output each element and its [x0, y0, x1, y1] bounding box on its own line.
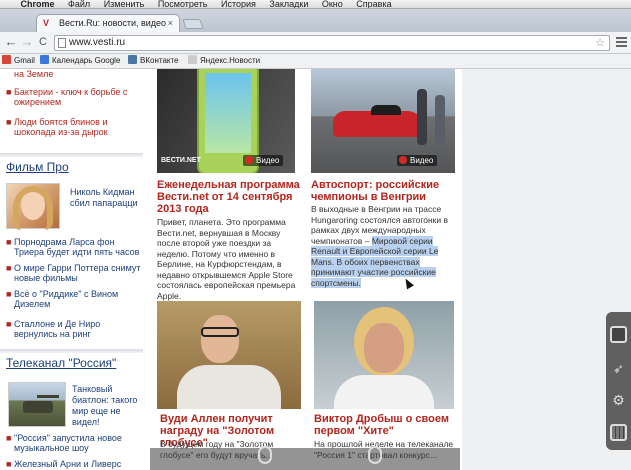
close-tab-icon[interactable]: × — [168, 15, 173, 31]
vesti-favicon-icon: V — [43, 18, 50, 28]
article-1-body: Привет, планета. Это программа Вести.net… — [157, 217, 296, 301]
menu-bar: Chrome Файл Изменить Посмотреть История … — [0, 0, 631, 9]
bookmark-vk[interactable]: ВКонтакте — [128, 54, 179, 68]
menu-view[interactable]: Посмотреть — [158, 0, 208, 8]
gmail-icon — [2, 55, 11, 64]
vk-icon — [128, 55, 137, 64]
overlay-panel — [150, 448, 310, 470]
bookmark-calendar[interactable]: Календарь Google — [40, 54, 120, 68]
article-2-body: В выходные в Венгрии на трассе Hungarori… — [311, 204, 461, 288]
keyboard-icon[interactable] — [610, 424, 627, 441]
tank-thumbnail[interactable] — [8, 382, 66, 427]
link-earth[interactable]: на Земле — [6, 69, 53, 79]
bookmark-star-icon[interactable]: ☆ — [595, 36, 605, 50]
url-text: www.vesti.ru — [69, 37, 126, 48]
woody-allen-photo[interactable] — [157, 301, 301, 409]
tab-title: Вести.Ru: новости, видео — [59, 18, 167, 28]
rocket-icon[interactable]: ➶ — [610, 360, 627, 377]
bottom-overlay — [0, 440, 631, 470]
divider — [0, 153, 143, 157]
menu-chrome[interactable]: Chrome — [21, 0, 55, 8]
page-icon — [58, 38, 66, 48]
menu-bookmarks[interactable]: Закладки — [269, 0, 308, 8]
link-stallone[interactable]: ■ Сталлоне и Де Ниро вернулись на ринг — [6, 319, 142, 339]
vesti-net-photo[interactable]: ВЕСТИ.NET Видео — [157, 69, 295, 173]
section-tv-russia[interactable]: Телеканал "Россия" — [6, 356, 116, 370]
menu-help[interactable]: Справка — [356, 0, 391, 8]
link-bacteria[interactable]: ■ Бактерии - ключ к борьбе с ожирением — [6, 87, 140, 107]
address-bar[interactable]: www.vesti.ru ☆ — [54, 35, 610, 51]
menu-file[interactable]: Файл — [68, 0, 90, 8]
screens-icon[interactable] — [610, 326, 627, 343]
bookmarks-bar: Gmail Календарь Google ВКонтакте Яндекс.… — [0, 54, 631, 69]
tank-headline[interactable]: Танковый биатлон: такого мир еще не виде… — [72, 384, 140, 428]
left-sidebar: на Земле ■ Бактерии - ключ к борьбе с ожи… — [0, 69, 143, 470]
link-pancakes[interactable]: ■ Люди боятся блинов и шоколада из-за дыр… — [6, 117, 140, 137]
vesti-net-logo: ВЕСТИ.NET — [161, 157, 201, 164]
video-badge: Видео — [243, 155, 284, 166]
forward-button[interactable]: → — [20, 35, 34, 49]
browser-toolbar: ← → C www.vesti.ru ☆ — [0, 32, 631, 54]
kidman-thumbnail[interactable] — [6, 183, 60, 230]
calendar-icon — [40, 55, 49, 64]
page-icon — [188, 55, 197, 64]
chrome-menu-icon[interactable] — [616, 37, 627, 48]
menu-history[interactable]: История — [221, 0, 256, 8]
web-page: на Земле ■ Бактерии - ключ к борьбе с ожи… — [0, 69, 631, 470]
divider — [0, 349, 143, 353]
bookmark-gmail[interactable]: Gmail — [2, 54, 35, 68]
article-1-title[interactable]: Еженедельная программа Вести.net от 14 с… — [157, 179, 307, 215]
menu-edit[interactable]: Изменить — [104, 0, 145, 8]
side-dock: ➶ ⚙ — [606, 312, 631, 450]
link-riddick[interactable]: ■ Всё о "Риддике" с Вином Дизелем — [6, 289, 142, 309]
article-4-title[interactable]: Виктор Дробыш о своем первом "Хите" — [314, 413, 460, 437]
tab-vesti[interactable]: V Вести.Ru: новости, видео × — [36, 14, 180, 32]
mouse-icon — [368, 446, 382, 464]
play-icon — [245, 156, 253, 164]
link-potter[interactable]: ■ О мире Гарри Поттера снимут новые фильм… — [6, 263, 142, 283]
motorsport-photo[interactable]: Видео — [311, 69, 455, 173]
screen: Chrome Файл Изменить Посмотреть История … — [0, 0, 631, 470]
tab-strip: V Вести.Ru: новости, видео × — [0, 9, 631, 32]
section-film-pro[interactable]: Фильм Про — [6, 160, 69, 174]
reload-button[interactable]: C — [36, 35, 50, 49]
drobysh-photo[interactable] — [314, 301, 454, 409]
article-2-title[interactable]: Автоспорт: российские чемпионы в Венгрии — [311, 179, 461, 203]
gear-icon[interactable]: ⚙ — [610, 392, 627, 409]
overlay-panel — [310, 448, 460, 470]
new-tab-button[interactable] — [182, 19, 204, 29]
link-trier[interactable]: ■ Порнодрама Ларса фон Триера будет идти … — [6, 237, 142, 257]
mouse-icon — [258, 446, 272, 464]
video-badge: Видео — [397, 155, 438, 166]
bookmark-yandex-news[interactable]: Яндекс.Новости — [188, 54, 260, 68]
kidman-headline[interactable]: Николь Кидман сбил папарацци — [70, 187, 140, 209]
menu-window[interactable]: Окно — [322, 0, 343, 8]
play-icon — [399, 156, 407, 164]
back-button[interactable]: ← — [4, 35, 18, 49]
